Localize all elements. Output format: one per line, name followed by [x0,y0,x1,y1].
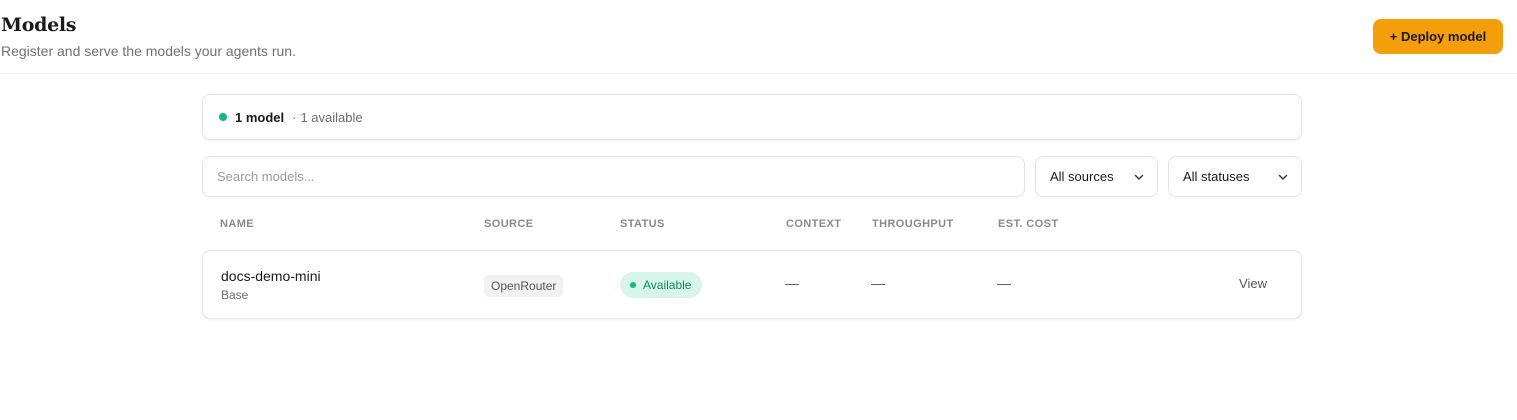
source-badge: OpenRouter [484,275,564,297]
column-header-status: STATUS [620,218,665,230]
page-title: Models [1,14,77,36]
page-header: Models Register and serve the models you… [0,0,1517,74]
throughput-value: — [871,275,885,291]
model-count: 1 model [235,109,285,125]
available-count: 1 available [300,109,363,125]
status-dot-icon [630,282,636,288]
status-filter-select[interactable]: All statuses [1168,156,1302,197]
status-label: Available [643,278,692,292]
status-filter-value: All statuses [1183,169,1250,184]
filter-bar: All sources All statuses [202,156,1302,197]
column-header-name: NAME [220,218,254,230]
est-cost-value: — [997,275,1011,291]
search-models-input[interactable] [202,156,1025,197]
model-variant: Base [221,288,249,302]
source-filter-select[interactable]: All sources [1035,156,1158,197]
chevron-down-icon [1278,174,1288,180]
column-header-context: CONTEXT [786,218,842,230]
page-subtitle: Register and serve the models your agent… [1,43,296,59]
column-header-throughput: THROUGHPUT [872,218,954,230]
status-badge: Available [620,272,703,298]
context-value: — [785,275,799,291]
source-filter-value: All sources [1050,169,1114,184]
status-dot-icon [219,113,227,121]
table-header: NAME SOURCE STATUS CONTEXT THROUGHPUT ES… [202,218,1302,232]
models-summary-card: 1 model · 1 available [202,94,1302,140]
summary-separator: · [292,109,297,125]
table-row[interactable]: docs-demo-mini Base OpenRouter Available… [202,250,1302,319]
column-header-source: SOURCE [484,218,534,230]
chevron-down-icon [1134,174,1144,180]
deploy-model-button[interactable]: + Deploy model [1373,19,1503,54]
models-content: 1 model · 1 available All sources All st… [202,94,1302,319]
column-header-est-cost: EST. COST [998,218,1059,230]
model-name: docs-demo-mini [221,268,321,284]
view-model-link[interactable]: View [1239,276,1267,291]
